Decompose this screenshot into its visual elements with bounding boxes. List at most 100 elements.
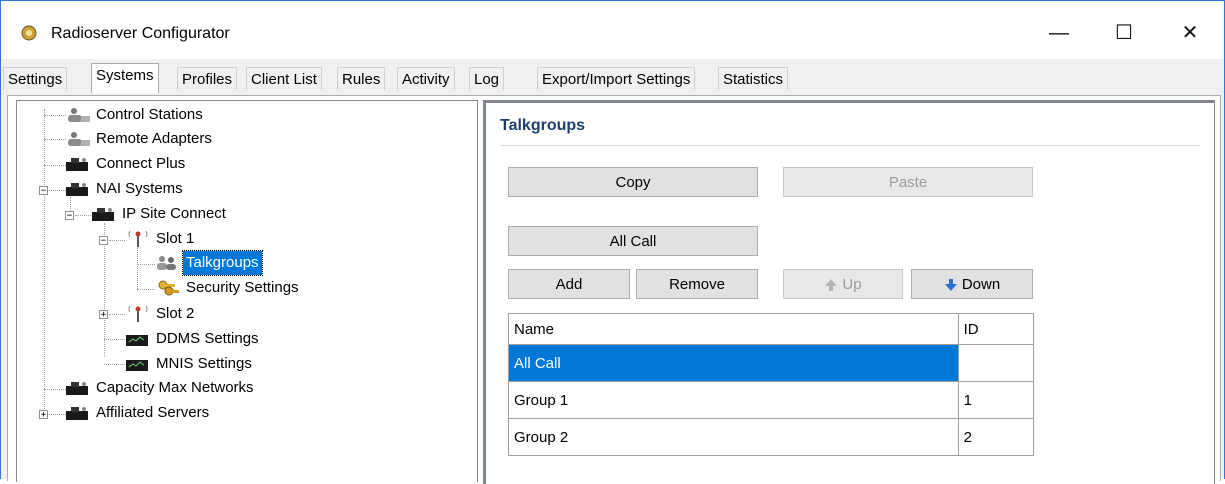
panel-title: Talkgroups [500,117,586,134]
tree-item-label: Affiliated Servers [96,404,210,421]
tree-connector [44,389,66,390]
tree-item-label: Slot 2 [156,305,195,322]
talkgroups-icon [157,256,176,270]
window-title: Radioserver Configurator [51,25,230,42]
tab-log[interactable]: Log [469,67,505,90]
server-icon [66,407,88,420]
down-button[interactable]: Down [911,269,1033,299]
tab-strip: Settings Systems Profiles Client List Ru… [1,59,1224,97]
up-button[interactable]: Up [783,269,903,299]
talkgroups-panel: Talkgroups Copy Paste All Call Add Remov… [483,100,1215,484]
cell-id[interactable]: 2 [957,418,1035,456]
cell-name[interactable]: Group 1 [508,381,959,419]
app-icon [21,25,37,41]
server-icon [92,208,114,221]
monitor-icon [126,360,148,371]
control-stations-icon [68,108,90,122]
close-button[interactable]: ✕ [1167,15,1213,51]
tree-item-slot-1[interactable]: Slot 1 [125,227,197,251]
tree-item-connect-plus[interactable]: Connect Plus [65,152,188,176]
tree-item-mnis-settings[interactable]: MNIS Settings [125,352,255,376]
server-icon [66,382,88,395]
security-keys-icon [158,280,179,296]
tree-item-label: DDMS Settings [156,330,259,347]
tree-item-talkgroups[interactable]: Talkgroups [155,250,263,276]
tree-item-control-stations[interactable]: Control Stations [65,103,206,127]
expand-toggle-slot-1[interactable]: − [99,236,108,246]
tree-item-label: NAI Systems [96,180,183,197]
tree-connector [49,190,66,191]
column-header-id[interactable]: ID [957,313,1035,345]
cell-name[interactable]: All Call [508,344,959,382]
tab-export-import-settings[interactable]: Export/Import Settings [537,67,696,90]
down-button-label: Down [961,276,1001,293]
tree-connector [44,109,45,419]
cell-id[interactable]: 1 [957,381,1035,419]
tree-connector [75,215,91,216]
expand-toggle-affiliated-servers[interactable]: + [39,410,48,420]
antenna-icon [128,230,148,247]
copy-button[interactable]: Copy [508,167,758,197]
panel-title-divider [500,145,1200,146]
tree-item-label: Connect Plus [96,155,186,172]
tree-item-label: Control Stations [96,106,203,123]
paste-button[interactable]: Paste [783,167,1033,197]
tree-connector [49,414,66,415]
tree-item-label: Talkgroups [182,250,263,276]
tree-connector [44,115,66,116]
table-row[interactable]: All Call [508,344,1035,382]
column-header-name[interactable]: Name [508,313,959,345]
tree-item-slot-2[interactable]: Slot 2 [125,302,197,326]
title-bar[interactable]: Radioserver Configurator — ☐ ✕ [1,1,1224,59]
add-button[interactable]: Add [508,269,630,299]
cell-name[interactable]: Group 2 [508,418,959,456]
expand-toggle-nai-systems[interactable]: − [39,186,48,196]
tree-item-label: Remote Adapters [96,130,212,147]
all-call-button[interactable]: All Call [508,226,758,256]
tree-item-ip-site-connect[interactable]: IP Site Connect [91,202,229,226]
tree-item-capacity-max-networks[interactable]: Capacity Max Networks [65,376,257,400]
expand-toggle-ip-site-connect[interactable]: − [65,211,74,221]
monitor-icon [126,335,148,346]
tree-connector [104,364,125,365]
tree-connector [137,247,138,289]
table-header-row: Name ID [508,313,1035,345]
tab-activity[interactable]: Activity [397,67,455,90]
tree-connector [44,165,66,166]
remove-button[interactable]: Remove [636,269,758,299]
arrow-down-icon [944,279,957,291]
tree-item-label: Capacity Max Networks [96,379,254,396]
tree-item-nai-systems[interactable]: NAI Systems [65,177,186,201]
tree-item-security-settings[interactable]: Security Settings [155,276,302,300]
tree-item-remote-adapters[interactable]: Remote Adapters [65,127,215,151]
server-icon [66,158,88,171]
cell-id[interactable] [957,344,1035,382]
tab-settings[interactable]: Settings [3,67,68,90]
tab-content: − − − + + Control Stations Remote Adapte… [7,95,1221,484]
arrow-up-icon [825,279,838,291]
tab-rules[interactable]: Rules [337,67,386,90]
talkgroups-table[interactable]: Name ID All Call Group 1 1 Group 2 2 [508,313,1035,456]
tree-item-label: Slot 1 [156,230,195,247]
tab-profiles[interactable]: Profiles [177,67,238,90]
tab-statistics[interactable]: Statistics [718,67,789,90]
tab-systems[interactable]: Systems [91,63,159,93]
tree-item-label: IP Site Connect [122,205,226,222]
tree-item-ddms-settings[interactable]: DDMS Settings [125,327,262,351]
tree-connector [109,314,125,315]
systems-tree[interactable]: − − − + + Control Stations Remote Adapte… [16,100,478,482]
remote-adapters-icon [68,132,90,146]
tree-item-label: Security Settings [186,279,299,296]
tree-connector [44,139,66,140]
server-icon [66,183,88,196]
antenna-icon [128,305,148,322]
expand-toggle-slot-2[interactable]: + [99,310,108,320]
tree-connector [137,264,155,265]
table-row[interactable]: Group 2 2 [508,418,1035,456]
maximize-button[interactable]: ☐ [1101,15,1147,51]
tree-item-affiliated-servers[interactable]: Affiliated Servers [65,401,212,425]
tab-client-list[interactable]: Client List [246,67,322,90]
minimize-button[interactable]: — [1036,15,1082,51]
table-row[interactable]: Group 1 1 [508,381,1035,419]
up-button-label: Up [842,276,862,293]
